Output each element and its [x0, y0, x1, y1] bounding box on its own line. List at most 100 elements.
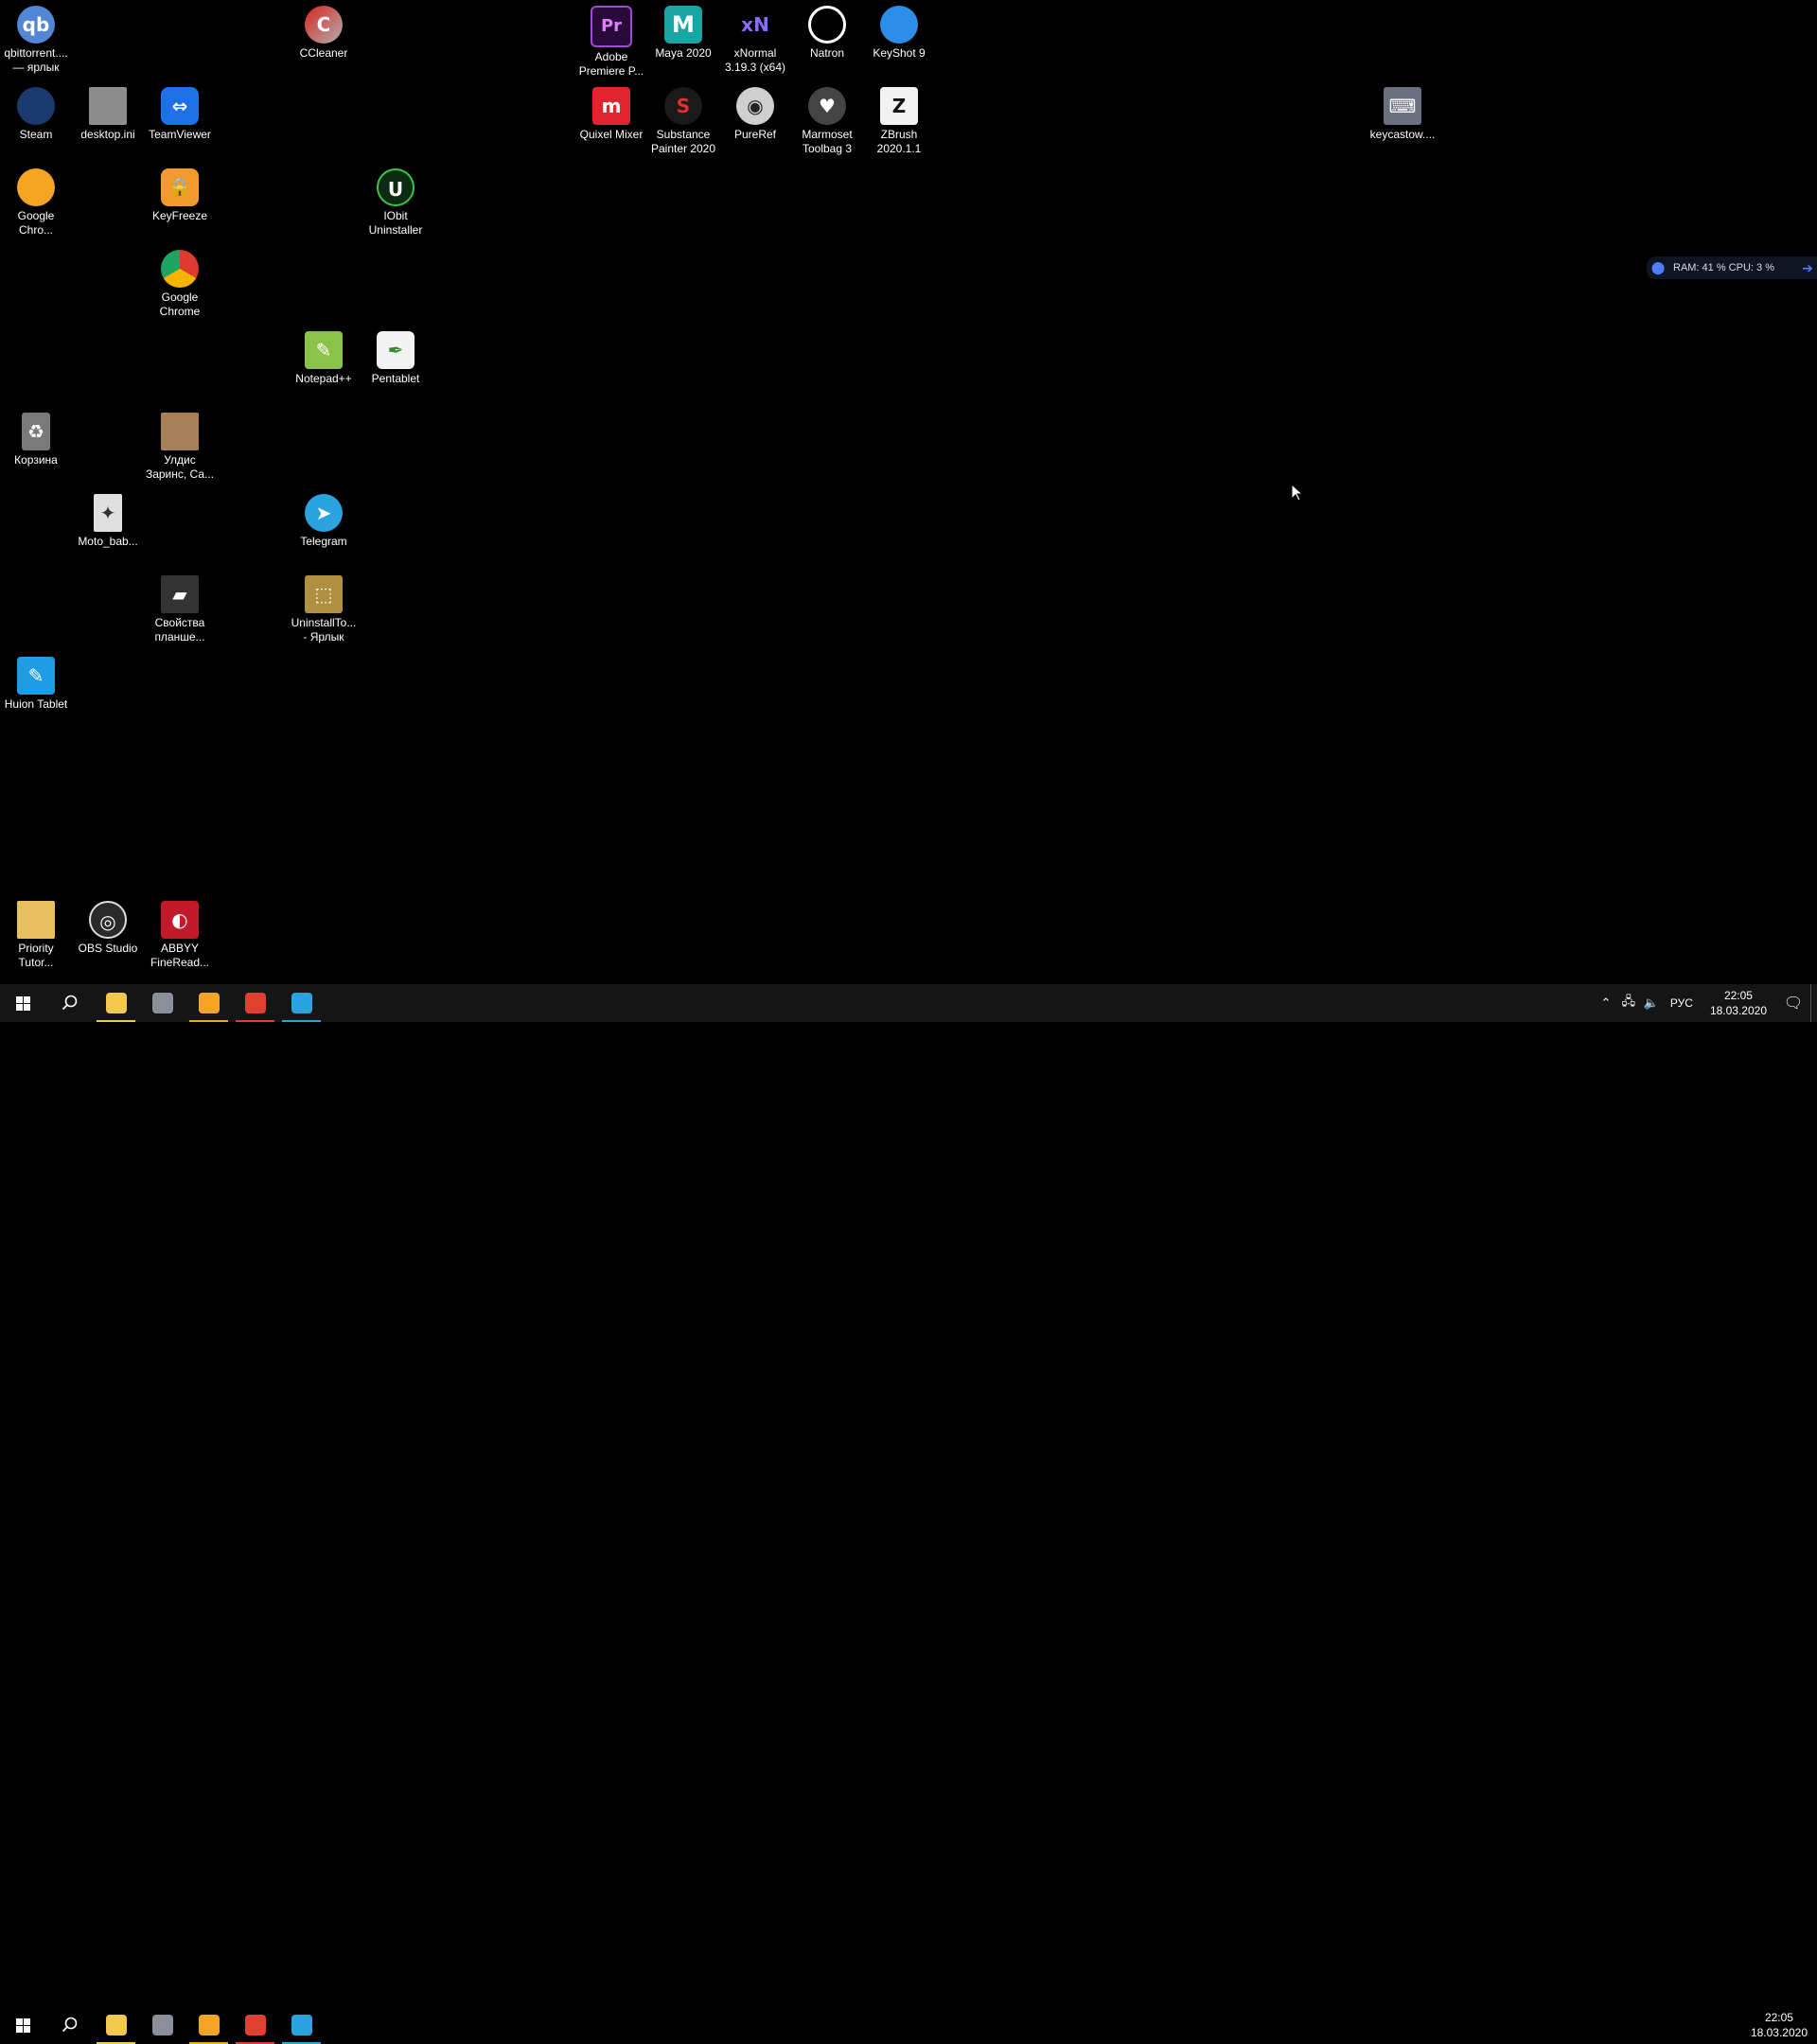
desktop-icon-pentablet[interactable]: ✒ Pentablet — [360, 327, 432, 386]
desktop-icon-qbittorrent[interactable]: qb qbittorrent.... — ярлык — [0, 2, 72, 75]
clock-date: 18.03.2020 — [1750, 2026, 1808, 2039]
running-indicator — [282, 1020, 321, 1022]
screen-recorder-taskbar-secondary[interactable] — [232, 2006, 278, 2044]
desktop-icon-iobit-uninstaller[interactable]: U IObit Uninstaller — [360, 165, 432, 238]
chrome-canary-icon — [198, 993, 220, 1013]
input-language[interactable]: РУС — [1663, 996, 1701, 1010]
telegram-taskbar[interactable] — [278, 984, 325, 1022]
desktop-icon-folder[interactable]: Priority Tutor... — [0, 897, 72, 970]
start-button-secondary[interactable] — [0, 2006, 46, 2044]
premiere-icon: Pr — [591, 6, 632, 47]
abbyy-finereader-icon: ◐ — [161, 901, 199, 939]
file-explorer-icon — [105, 2015, 127, 2035]
file-explorer-taskbar[interactable] — [93, 984, 139, 1022]
steam-icon — [17, 87, 55, 125]
system-monitor-widget[interactable]: ⬤ RAM: 41 % CPU: 3 % ➔ — [1647, 256, 1817, 279]
desktop-icon-natron[interactable]: Natron — [791, 2, 863, 61]
desktop-icon-label: KeyShot 9 — [873, 46, 926, 60]
desktop-icon-quixel-mixer[interactable]: m Quixel Mixer — [575, 83, 647, 142]
desktop-icon-premiere[interactable]: Pr Adobe Premiere P... — [575, 2, 647, 79]
volume-icon[interactable]: 🔈 — [1640, 996, 1663, 1011]
desktop-icon-notepad-plus-plus[interactable]: ✎ Notepad++ — [288, 327, 360, 386]
desktop-icon-keycastow[interactable]: ⌨ keycastow.... — [1367, 83, 1438, 142]
network-icon[interactable]: 🖧 — [1617, 993, 1640, 1013]
tablet-settings-icon — [151, 2015, 173, 2035]
desktop-icon-label: IObit Uninstaller — [368, 209, 423, 237]
desktop-icon-label: Google Chrome — [159, 291, 201, 318]
teamviewer-icon: ⇔ — [161, 87, 199, 125]
show-desktop-button[interactable] — [1810, 984, 1817, 1022]
desktop-icon-pureref[interactable]: ◉ PureRef — [719, 83, 791, 142]
desktop-icon-label: Корзина — [14, 453, 58, 467]
desktop-icon-zbrush[interactable]: Z ZBrush 2020.1.1 — [863, 83, 935, 156]
desktop-icon-google-chrome-canary[interactable]: Google Chro... — [0, 165, 72, 238]
desktop-icon-keyfreeze[interactable]: 🔒 KeyFreeze — [144, 165, 216, 223]
desktop-icon-maya[interactable]: M Maya 2020 — [647, 2, 719, 61]
mouse-cursor-icon — [1291, 484, 1304, 502]
desktop-icon-image-file[interactable]: Улдис Заринс, Са... — [144, 409, 216, 482]
desktop-icon-xnormal[interactable]: xN xNormal 3.19.3 (x64) — [719, 2, 791, 75]
tablet-properties-icon: ▰ — [161, 575, 199, 613]
pin-icon[interactable]: ⬤ — [1647, 260, 1669, 275]
desktop-icon-label: Pentablet — [371, 372, 420, 385]
tablet-settings-icon — [151, 993, 173, 1013]
telegram-icon: ➤ — [305, 494, 343, 532]
desktop-icon-label: xNormal 3.19.3 (x64) — [724, 46, 786, 74]
notification-center-icon[interactable]: 🗨 — [1776, 994, 1810, 1013]
desktop-icon-abbyy-finereader[interactable]: ◐ ABBYY FineRead... — [144, 897, 216, 970]
google-chrome-icon — [161, 250, 199, 288]
desktop-icon-marmoset[interactable]: ♥ Marmoset Toolbag 3 — [791, 83, 863, 156]
arrow-right-icon[interactable]: ➔ — [1798, 260, 1817, 276]
search-icon — [62, 2017, 77, 2033]
file-explorer-taskbar-secondary[interactable] — [93, 2006, 139, 2044]
windows-logo-icon — [16, 996, 30, 1011]
desktop-icon-steam[interactable]: Steam — [0, 83, 72, 142]
search-button[interactable] — [46, 984, 93, 1022]
running-indicator — [236, 1020, 274, 1022]
system-tray: 22:05 18.03.2020 — [1741, 2006, 1817, 2044]
iobit-uninstaller-icon: U — [377, 168, 415, 206]
folder-icon — [17, 901, 55, 939]
tablet-settings-taskbar[interactable] — [139, 984, 185, 1022]
telegram-taskbar-secondary[interactable] — [278, 2006, 325, 2044]
desktop-icon-keyshot[interactable]: KeyShot 9 — [863, 2, 935, 61]
clock[interactable]: 22:05 18.03.2020 — [1701, 988, 1776, 1018]
notepad-plus-plus-icon: ✎ — [305, 331, 343, 369]
desktop-icon-recycle-bin[interactable]: ♻ Корзина — [0, 409, 72, 467]
desktop-icon-huion-tablet[interactable]: ✎ Huion Tablet — [0, 653, 72, 712]
desktop-icon-teamviewer[interactable]: ⇔ TeamViewer — [144, 83, 216, 142]
desktop-icon-settings-file[interactable]: desktop.ini — [72, 83, 144, 142]
maya-icon: M — [664, 6, 702, 44]
desktop-icon-ccleaner[interactable]: C CCleaner — [288, 2, 360, 61]
desktop-icon-label: Google Chro... — [17, 209, 55, 237]
show-hidden-icons-icon[interactable]: ⌃ — [1595, 996, 1617, 1011]
chrome-canary-taskbar[interactable] — [185, 984, 232, 1022]
zbrush-icon: Z — [880, 87, 918, 125]
google-chrome-canary-icon — [17, 168, 55, 206]
search-button-secondary[interactable] — [46, 2006, 93, 2044]
desktop-icon-obs-studio[interactable]: ◎ OBS Studio — [72, 897, 144, 956]
screen-recorder-taskbar[interactable] — [232, 984, 278, 1022]
taskbar-secondary: 22:05 18.03.2020 — [0, 2006, 1817, 2044]
desktop-icon-uninstall-tool[interactable]: ⬚ UninstallTo... - Ярлык — [288, 572, 360, 644]
desktop-icon-label: Maya 2020 — [655, 46, 712, 60]
desktop-icon-substance-painter[interactable]: S Substance Painter 2020 — [647, 83, 719, 156]
desktop-icon-telegram[interactable]: ➤ Telegram — [288, 490, 360, 549]
chrome-canary-taskbar-secondary[interactable] — [185, 2006, 232, 2044]
desktop-icon-tablet-properties[interactable]: ▰ Свойства планше... — [144, 572, 216, 644]
desktop-icon-image-file[interactable]: ✦ Moto_bab... — [72, 490, 144, 549]
tablet-settings-taskbar-secondary[interactable] — [139, 2006, 185, 2044]
desktop-icon-label: Notepad++ — [295, 372, 352, 385]
system-tray: ⌃ 🖧 🔈 РУС 22:05 18.03.2020 🗨 — [1595, 984, 1817, 1022]
desktop-icon-google-chrome[interactable]: Google Chrome — [144, 246, 216, 319]
clock[interactable]: 22:05 18.03.2020 — [1741, 2010, 1817, 2040]
start-button[interactable] — [0, 984, 46, 1022]
search-icon — [62, 995, 77, 1011]
desktop-icon-label: KeyFreeze — [151, 209, 208, 222]
desktop-icon-label: ZBrush 2020.1.1 — [876, 128, 922, 155]
clock-date: 18.03.2020 — [1709, 1004, 1767, 1017]
running-indicator — [189, 1020, 228, 1022]
obs-studio-icon: ◎ — [89, 901, 127, 939]
recycle-bin-icon: ♻ — [22, 413, 50, 450]
desktop-icon-label: Moto_bab... — [78, 535, 138, 548]
